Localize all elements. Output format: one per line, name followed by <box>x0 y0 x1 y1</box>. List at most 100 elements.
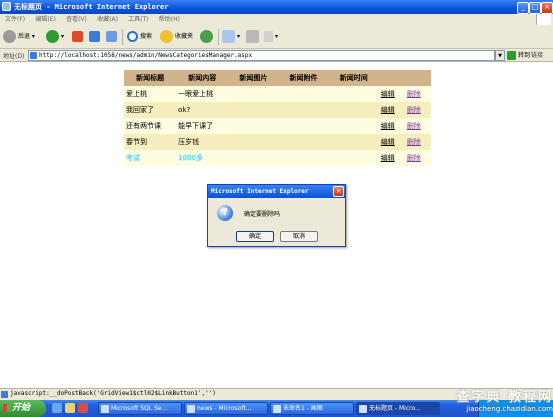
mail-icon <box>222 30 235 43</box>
edit-button[interactable]: ▾ <box>264 29 278 45</box>
menu-favorites[interactable]: 收藏(A) <box>97 16 118 23</box>
menu-file[interactable]: 文件(F) <box>5 16 25 23</box>
print-icon <box>246 30 259 43</box>
delete-link[interactable]: 删除 <box>407 138 421 146</box>
page-icon <box>30 52 37 59</box>
ok-button[interactable]: 确定 <box>236 231 274 242</box>
favorites-button[interactable]: 收藏夹 <box>160 29 193 45</box>
print-button[interactable] <box>246 29 261 45</box>
go-arrow-icon <box>507 51 516 60</box>
address-label: 地址(D) <box>3 53 25 60</box>
header-image: 新闻图片 <box>228 70 279 86</box>
delete-link[interactable]: 删除 <box>407 106 421 114</box>
favorites-star-icon <box>160 30 173 43</box>
refresh-button[interactable] <box>89 29 102 45</box>
menu-help[interactable]: 帮助(H) <box>159 16 180 23</box>
address-input[interactable]: http://localhost:1058/news/admin/NewsCat… <box>28 50 495 61</box>
vs-app-icon <box>187 405 195 413</box>
table-row: 爱上桃 一眼爱上桃 编辑 删除 <box>124 86 431 102</box>
ie-quicklaunch-icon[interactable] <box>52 403 62 413</box>
header-title: 新闻标题 <box>124 70 177 86</box>
toolbar: 后退 ▾ ▾ 搜索 收藏夹 ▾ ▾ <box>0 25 553 49</box>
desktop-quicklaunch-icon[interactable] <box>65 403 75 413</box>
table-row: 考试 1000多 编辑 删除 <box>124 150 431 166</box>
edit-link[interactable]: 编辑 <box>381 154 395 162</box>
table-row: 春节到 压岁钱 编辑 删除 <box>124 134 431 150</box>
ie-app-icon <box>359 405 367 413</box>
history-button[interactable] <box>200 29 215 45</box>
search-button[interactable]: 搜索 <box>127 29 152 45</box>
windows-logo-icon <box>536 14 551 25</box>
maximize-button[interactable]: □ <box>529 2 541 14</box>
home-icon <box>106 31 117 42</box>
edit-link[interactable]: 编辑 <box>381 122 395 130</box>
delete-link[interactable]: 删除 <box>407 154 421 162</box>
mail-button[interactable]: ▾ <box>222 29 240 45</box>
menu-view[interactable]: 查看(V) <box>66 16 87 23</box>
edit-link[interactable]: 编辑 <box>381 90 395 98</box>
page-icon <box>1 391 8 398</box>
grid-header-row: 新闻标题 新闻内容 新闻图片 新闻附件 新闻时间 <box>124 70 431 86</box>
cell-title: 考试 <box>126 154 140 162</box>
dialog-title: Microsoft Internet Explorer <box>208 185 345 198</box>
cell-title: 我回家了 <box>124 102 177 118</box>
edit-link[interactable]: 编辑 <box>381 138 395 146</box>
cell-title: 春节到 <box>124 134 177 150</box>
back-button[interactable]: 后退 ▾ <box>3 29 35 45</box>
watermark-url: jiaocheng.chazidian.com <box>466 405 553 413</box>
table-row: 还有两节课 能早下课了 编辑 删除 <box>124 118 431 134</box>
search-icon <box>127 31 138 42</box>
cell-content: ok? <box>176 102 229 118</box>
address-bar: 地址(D) http://localhost:1058/news/admin/N… <box>0 49 553 62</box>
cancel-button[interactable]: 取消 <box>280 231 318 242</box>
close-button[interactable]: × <box>541 2 553 14</box>
dialog-close-button[interactable]: × <box>333 186 344 197</box>
ie-icon <box>2 2 11 11</box>
taskbar-item-news[interactable]: news - Microsoft... <box>184 402 268 415</box>
forward-button[interactable]: ▾ <box>46 29 64 45</box>
header-time: 新闻时间 <box>328 70 379 86</box>
cell-title: 爱上桃 <box>124 86 177 102</box>
table-row: 我回家了 ok? 编辑 删除 <box>124 102 431 118</box>
menu-tools[interactable]: 工具(T) <box>128 16 148 23</box>
back-arrow-icon <box>3 30 16 43</box>
dialog-message: 确定要删除吗 <box>244 211 281 218</box>
sql-app-icon <box>101 405 109 413</box>
media-quicklaunch-icon[interactable] <box>78 403 88 413</box>
header-attachment: 新闻附件 <box>278 70 329 86</box>
header-content: 新闻内容 <box>176 70 229 86</box>
window-title: 无标题页 - Microsoft Internet Explorer <box>14 3 169 11</box>
history-icon <box>200 30 213 43</box>
cell-content: 1000多 <box>178 154 203 162</box>
go-button[interactable]: 转到 <box>507 50 530 61</box>
watermark-title: 查字典 教程网 <box>456 390 553 405</box>
home-button[interactable] <box>106 29 119 45</box>
windows-flag-icon <box>3 404 11 412</box>
address-url: http://localhost:1058/news/admin/NewsCat… <box>39 52 253 59</box>
minimize-button[interactable]: _ <box>517 2 529 14</box>
confirm-dialog: Microsoft Internet Explorer × ? 确定要删除吗 确… <box>207 184 346 247</box>
header-edit <box>378 70 405 86</box>
forward-arrow-icon <box>46 30 59 43</box>
paint-app-icon <box>273 405 281 413</box>
window-title-bar[interactable]: 无标题页 - Microsoft Internet Explorer _ □ × <box>0 0 553 14</box>
menu-edit[interactable]: 编辑(E) <box>35 16 55 23</box>
edit-link[interactable]: 编辑 <box>381 106 395 114</box>
start-button[interactable]: 开始 <box>0 400 46 417</box>
cell-content: 压岁钱 <box>176 134 229 150</box>
news-grid: 新闻标题 新闻内容 新闻图片 新闻附件 新闻时间 爱上桃 一眼爱上桃 编辑 删除… <box>124 70 431 166</box>
watermark: 查字典 教程网 jiaocheng.chazidian.com <box>420 386 553 417</box>
toolbar-separator <box>122 29 123 45</box>
links-button[interactable]: 链接 <box>531 50 543 61</box>
taskbar-item-paint[interactable]: 未命名1 - 画图 <box>270 402 354 415</box>
cell-content: 一眼爱上桃 <box>176 86 229 102</box>
stop-button[interactable] <box>72 29 85 45</box>
cell-content: 能早下课了 <box>176 118 229 134</box>
document-icon <box>264 31 273 42</box>
question-icon: ? <box>217 205 233 221</box>
address-dropdown-button[interactable]: ▼ <box>495 50 505 61</box>
delete-link[interactable]: 删除 <box>407 122 421 130</box>
refresh-icon <box>89 31 100 42</box>
taskbar-item-sql[interactable]: Microsoft SQL Se... <box>98 402 182 415</box>
delete-link[interactable]: 删除 <box>407 90 421 98</box>
